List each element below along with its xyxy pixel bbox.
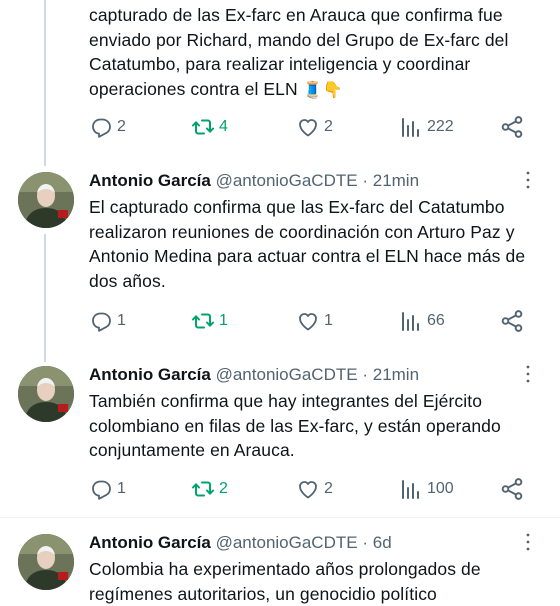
retweet-icon [192, 481, 214, 497]
author-handle[interactable]: @antonioGaCDTE [216, 533, 358, 552]
share-button[interactable] [499, 476, 525, 502]
reply-button[interactable]: 1 [89, 476, 126, 502]
tweet[interactable]: Antonio García @antonioGaCDTE · 21min El… [0, 166, 560, 346]
avatar[interactable] [18, 172, 74, 228]
share-icon [501, 478, 523, 500]
reply-button[interactable]: 2 [89, 114, 126, 140]
views-count: 100 [427, 480, 454, 497]
more-options-icon[interactable] [518, 532, 538, 552]
tweet-actions: 1 1 1 66 [89, 308, 539, 334]
retweet-count: 2 [219, 480, 228, 497]
reply-count: 1 [117, 480, 126, 497]
share-button[interactable] [499, 308, 525, 334]
tweet-text: También confirma que hay integrantes del… [89, 391, 501, 460]
views-button[interactable]: 222 [399, 114, 454, 140]
author-handle[interactable]: @antonioGaCDTE [216, 365, 358, 384]
avatar[interactable] [18, 366, 74, 422]
tweet-actions: 2 4 2 222 [89, 114, 539, 140]
reply-count: 2 [117, 118, 126, 135]
avatar[interactable] [18, 534, 74, 590]
reply-icon [92, 312, 111, 332]
thread-emoji: 🧵👇 [302, 81, 343, 99]
tweet-header: Antonio García @antonioGaCDTE · 21min [89, 364, 538, 386]
views-button[interactable]: 66 [399, 308, 445, 334]
retweet-button[interactable]: 1 [191, 308, 228, 334]
views-icon [402, 480, 419, 499]
tweet-text: capturado de las Ex-farc en Arauca que c… [89, 5, 509, 99]
heart-icon [299, 119, 317, 137]
tweet[interactable]: capturado de las Ex-farc en Arauca que c… [0, 0, 560, 150]
tweet-divider [0, 517, 560, 518]
like-button[interactable]: 2 [296, 114, 333, 140]
heart-icon [299, 481, 317, 499]
tweet[interactable]: Antonio García @antonioGaCDTE · 21min Ta… [0, 362, 560, 512]
author-handle[interactable]: @antonioGaCDTE [216, 171, 358, 190]
like-button[interactable]: 1 [296, 308, 333, 334]
share-icon [501, 310, 523, 332]
separator: · [362, 365, 368, 384]
more-options-icon[interactable] [518, 170, 538, 190]
heart-icon [299, 313, 317, 331]
views-count: 66 [427, 312, 445, 329]
tweet-text: El capturado confirma que las Ex-farc de… [89, 197, 526, 291]
views-icon [402, 118, 419, 137]
views-count: 222 [427, 118, 454, 135]
separator: · [362, 533, 368, 552]
share-button[interactable] [499, 114, 525, 140]
like-button[interactable]: 2 [296, 476, 333, 502]
reply-button[interactable]: 1 [89, 308, 126, 334]
timestamp[interactable]: 21min [373, 171, 419, 190]
retweet-count: 4 [219, 118, 228, 135]
separator: · [362, 171, 368, 190]
share-icon [501, 116, 523, 138]
like-count: 2 [324, 480, 333, 497]
retweet-count: 1 [219, 312, 228, 329]
retweet-button[interactable]: 4 [191, 114, 228, 140]
reply-count: 1 [117, 312, 126, 329]
reply-icon [92, 118, 111, 138]
retweet-icon [192, 313, 214, 329]
author-name[interactable]: Antonio García [89, 533, 211, 552]
tweet-header: Antonio García @antonioGaCDTE · 6d [89, 532, 538, 554]
retweet-button[interactable]: 2 [191, 476, 228, 502]
author-name[interactable]: Antonio García [89, 171, 211, 190]
views-button[interactable]: 100 [399, 476, 454, 502]
timeline-feed: capturado de las Ex-farc en Arauca que c… [0, 0, 560, 604]
reply-icon [92, 480, 111, 500]
timestamp[interactable]: 6d [373, 533, 392, 552]
retweet-icon [192, 119, 214, 135]
tweet-text: Colombia ha experimentado años prolongad… [89, 559, 481, 604]
like-count: 2 [324, 118, 333, 135]
tweet-header: Antonio García @antonioGaCDTE · 21min [89, 170, 538, 192]
timestamp[interactable]: 21min [373, 365, 419, 384]
tweet[interactable]: Antonio García @antonioGaCDTE · 6d Colom… [0, 530, 560, 604]
like-count: 1 [324, 312, 333, 329]
author-name[interactable]: Antonio García [89, 365, 211, 384]
tweet-actions: 1 2 2 100 [89, 476, 539, 502]
more-options-icon[interactable] [518, 364, 538, 384]
views-icon [402, 312, 419, 331]
